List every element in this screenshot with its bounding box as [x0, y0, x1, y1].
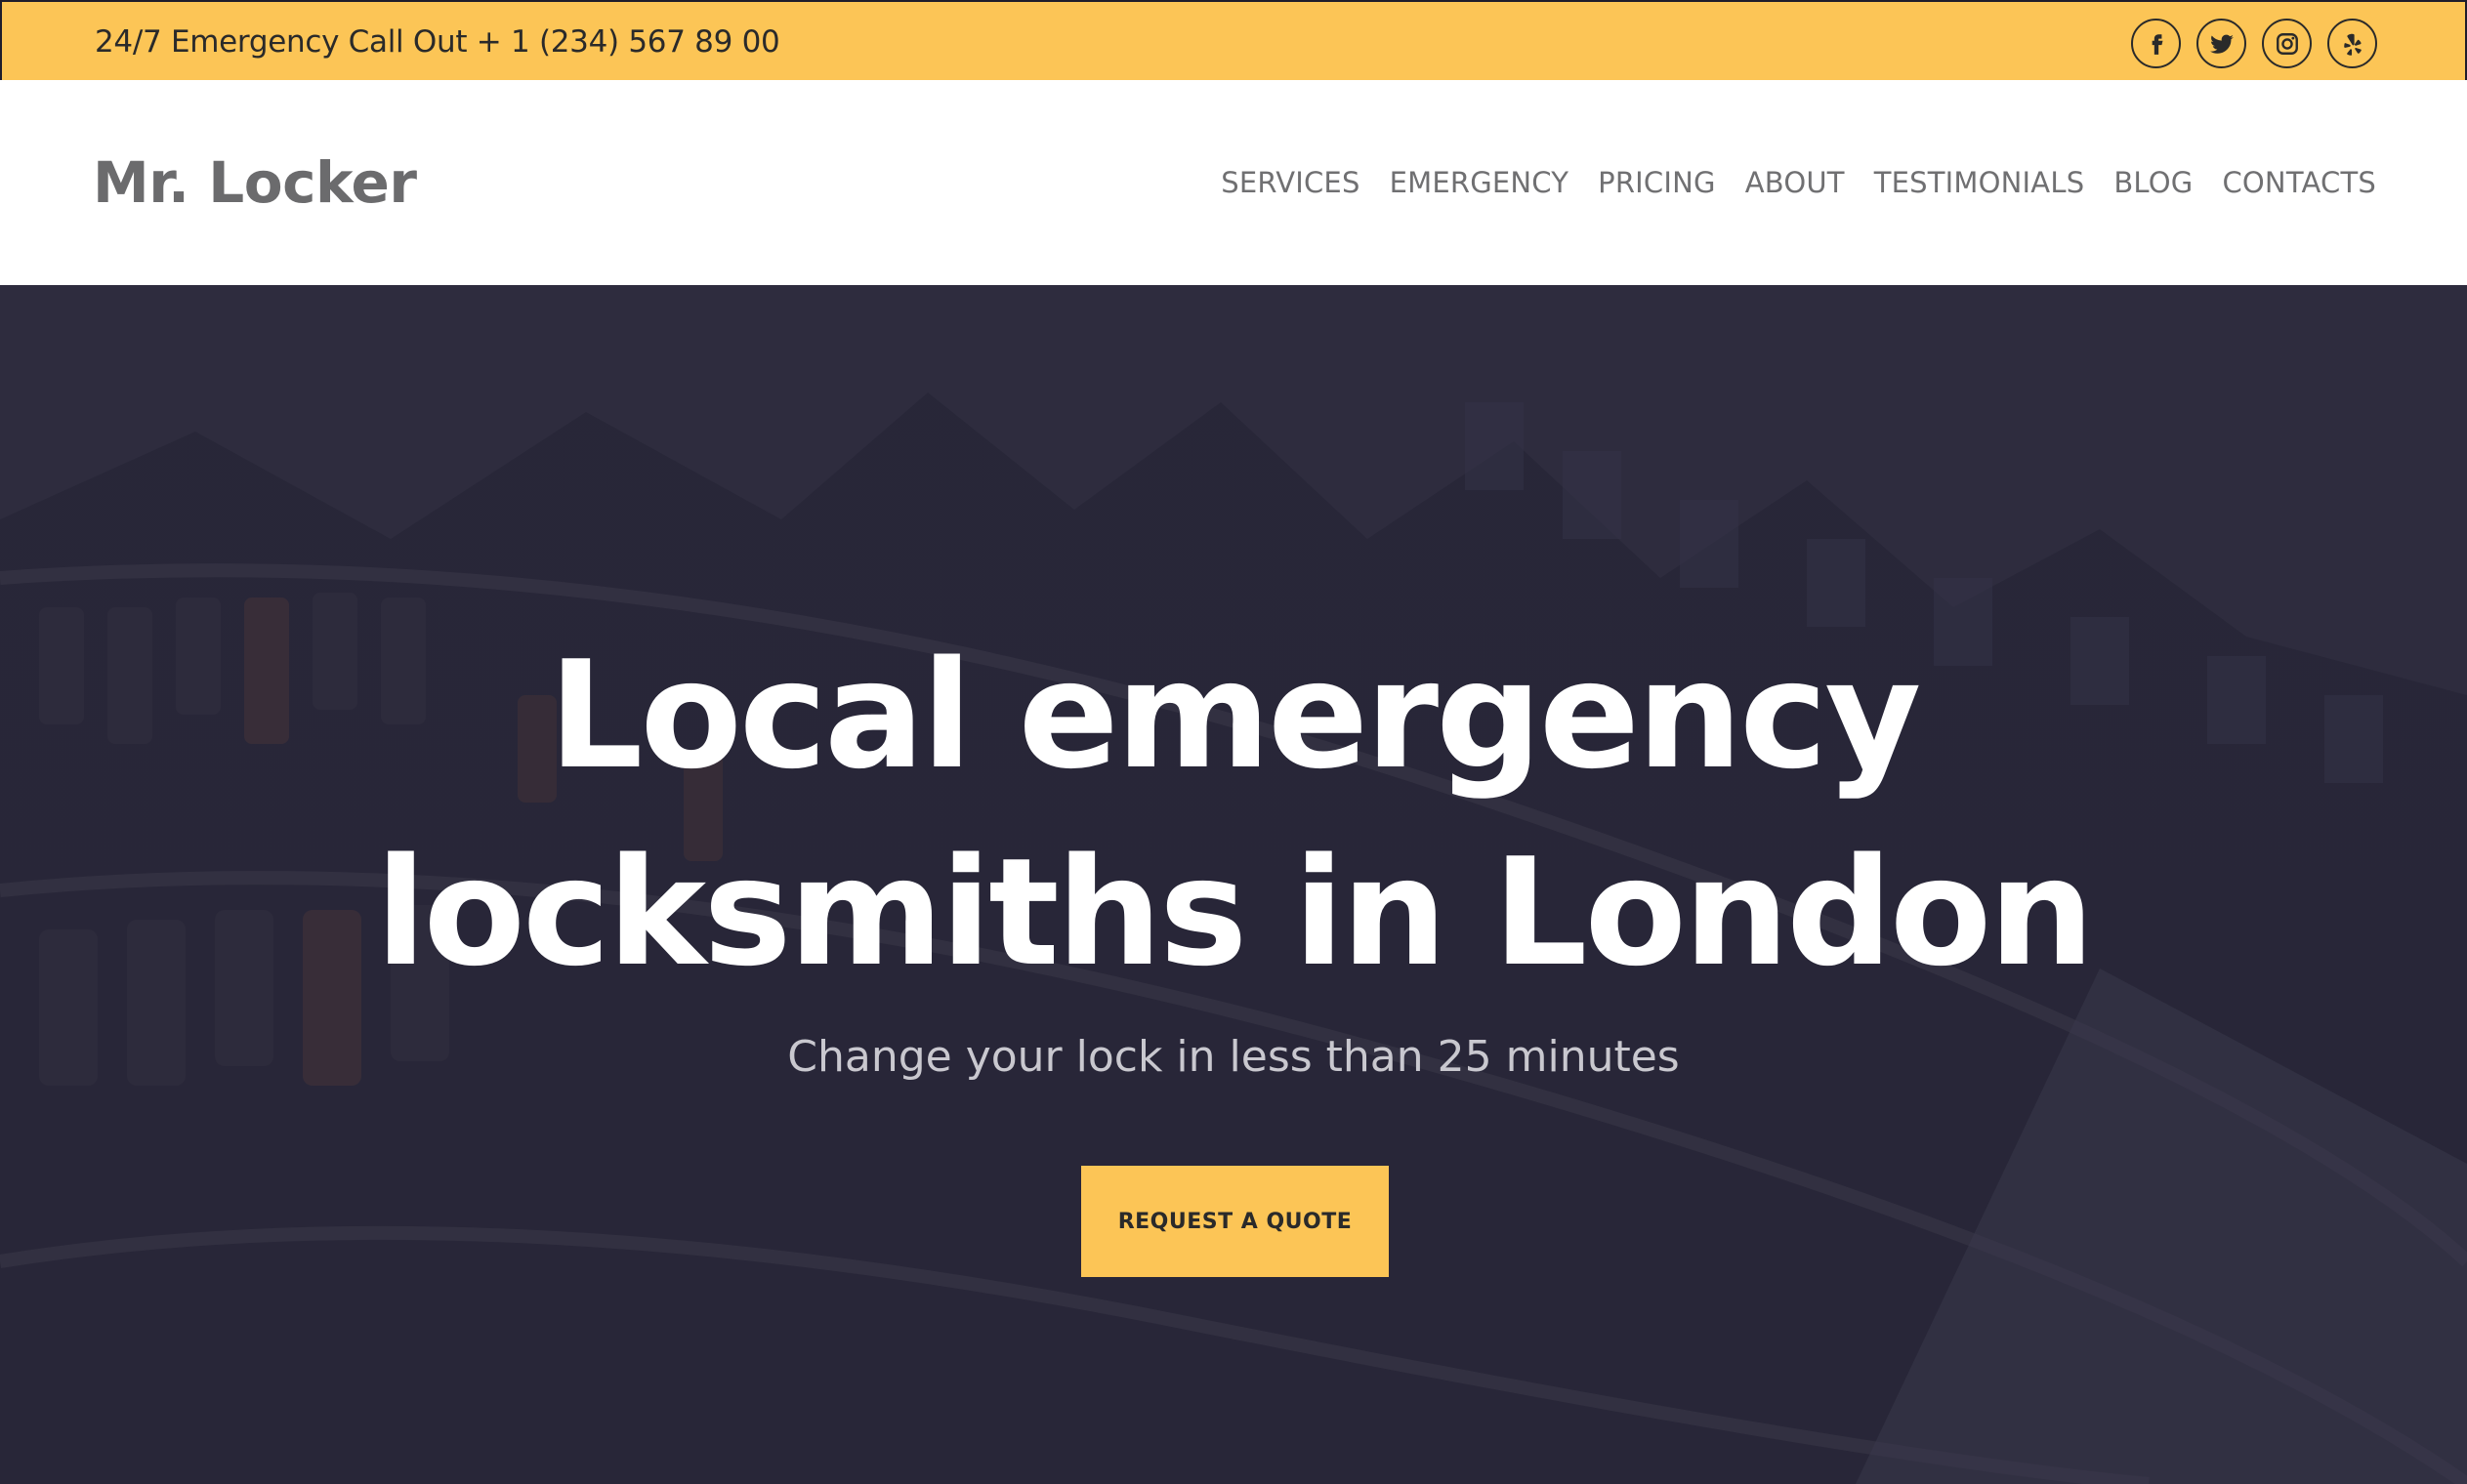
emergency-phone[interactable]: 24/7 Emergency Call Out + 1 (234) 567 89…	[95, 2, 780, 82]
nav-emergency[interactable]: EMERGENCY	[1390, 166, 1569, 199]
hero-content: Local emergency locksmiths in London Cha…	[0, 285, 2467, 1484]
nav-pricing[interactable]: PRICING	[1598, 166, 1716, 199]
top-bar: 24/7 Emergency Call Out + 1 (234) 567 89…	[0, 0, 2467, 80]
facebook-icon[interactable]	[2131, 19, 2181, 68]
social-links	[2131, 19, 2377, 68]
hero-section: Local emergency locksmiths in London Cha…	[0, 285, 2467, 1484]
instagram-icon[interactable]	[2262, 19, 2312, 68]
nav-testimonials[interactable]: TESTIMONIALS	[1874, 166, 2085, 199]
hero-title-line1: Local emergency	[548, 629, 1922, 802]
nav-contacts[interactable]: CONTACTS	[2222, 166, 2376, 199]
request-quote-button[interactable]: REQUEST A QUOTE	[1081, 1166, 1389, 1277]
main-nav: SERVICES EMERGENCY PRICING ABOUT TESTIMO…	[1221, 80, 2376, 285]
hero-subtitle: Change your lock in less than 25 minutes	[787, 1032, 1680, 1082]
hero-title-line2: locksmiths in London	[375, 826, 2094, 999]
hero-title: Local emergency locksmiths in London	[0, 617, 2467, 1011]
nav-blog[interactable]: BLOG	[2113, 166, 2193, 199]
twitter-icon[interactable]	[2196, 19, 2246, 68]
nav-services[interactable]: SERVICES	[1221, 166, 1359, 199]
nav-about[interactable]: ABOUT	[1745, 166, 1845, 199]
main-header: Mr. Locker SERVICES EMERGENCY PRICING AB…	[0, 80, 2467, 285]
yelp-icon[interactable]	[2327, 19, 2377, 68]
site-logo[interactable]: Mr. Locker	[93, 80, 417, 285]
